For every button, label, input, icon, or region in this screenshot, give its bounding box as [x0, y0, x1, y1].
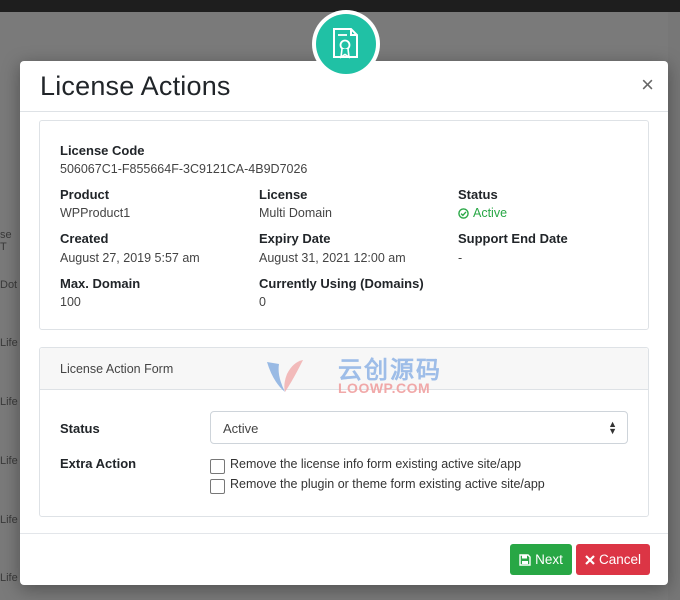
currently-using-value: 0	[259, 295, 266, 309]
save-icon	[519, 553, 531, 566]
certificate-icon	[333, 28, 358, 59]
close-icon[interactable]: ×	[641, 74, 654, 96]
currently-using-label: Currently Using (Domains)	[259, 276, 424, 291]
bg-column-header: se T	[0, 229, 12, 253]
bg-row-label: Life	[0, 514, 18, 526]
next-button-label: Next	[535, 552, 563, 567]
modal-title: License Actions	[40, 71, 231, 101]
bg-row-label: Life	[0, 572, 18, 584]
watermark-en-text: LOOWP.COM	[338, 380, 431, 396]
status-select-value: Active	[223, 421, 259, 436]
bg-row-label: Life	[0, 337, 18, 349]
license-code-value: 506067C1-F855664F-3C9121CA-4B9D7026	[60, 162, 308, 176]
support-end-value: -	[458, 251, 463, 265]
status-value: Active	[473, 206, 508, 220]
max-domain-value: 100	[60, 295, 81, 309]
form-status-label: Status	[60, 421, 100, 436]
remove-license-info-label[interactable]: Remove the license info form existing ac…	[230, 457, 521, 471]
license-badge	[312, 10, 380, 78]
max-domain-label: Max. Domain	[60, 276, 141, 291]
remove-license-info-checkbox[interactable]	[210, 459, 225, 474]
footer-divider	[20, 533, 668, 534]
remove-plugin-theme-label[interactable]: Remove the plugin or theme form existing…	[230, 477, 545, 491]
times-icon	[585, 554, 595, 565]
background-right-strip	[668, 12, 680, 600]
expiry-date-label: Expiry Date	[259, 231, 331, 246]
cancel-button-label: Cancel	[598, 552, 642, 567]
license-type-label: License	[259, 187, 308, 202]
next-button[interactable]: Next	[510, 544, 572, 575]
bg-row-label: Dot	[0, 279, 18, 291]
status-select[interactable]: Active ▲ ▼	[210, 411, 628, 444]
expiry-date-value: August 31, 2021 12:00 am	[259, 251, 406, 265]
select-arrows-icon: ▲ ▼	[608, 419, 617, 436]
watermark-logo-icon	[267, 360, 303, 392]
status-value-group: Active	[458, 206, 507, 220]
license-details-card: License Code 506067C1-F855664F-3C9121CA-…	[39, 120, 649, 330]
product-label: Product	[60, 187, 110, 202]
remove-plugin-theme-checkbox[interactable]	[210, 479, 225, 494]
extra-action-label: Extra Action	[60, 456, 137, 471]
license-type-value: Multi Domain	[259, 206, 332, 220]
badge-circle	[316, 14, 376, 74]
license-actions-modal: License Actions × License Code 506067C1-…	[20, 61, 668, 585]
created-label: Created	[60, 231, 109, 246]
header-divider	[20, 111, 668, 112]
bg-row-label: Life	[0, 455, 18, 467]
product-value: WPProduct1	[60, 206, 131, 220]
status-label: Status	[458, 187, 498, 202]
cancel-button[interactable]: Cancel	[576, 544, 650, 575]
bg-row-label: Life	[0, 396, 18, 408]
check-circle-icon	[458, 207, 469, 219]
watermark: 云创源码 LOOWP.COM	[263, 350, 443, 398]
created-value: August 27, 2019 5:57 am	[60, 251, 200, 265]
form-card-title: License Action Form	[60, 362, 174, 376]
license-code-label: License Code	[60, 143, 145, 158]
support-end-label: Support End Date	[458, 231, 568, 246]
